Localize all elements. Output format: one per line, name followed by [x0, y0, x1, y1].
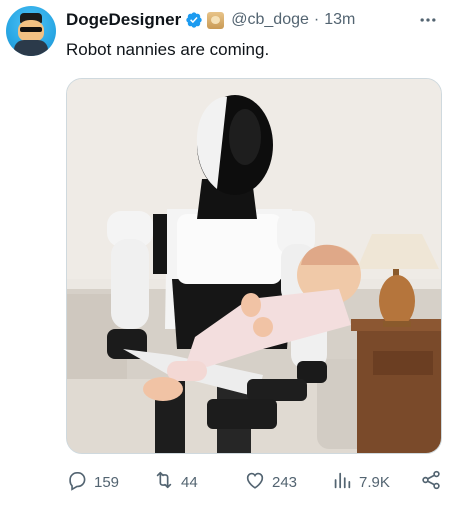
author-name[interactable]: DogeDesigner — [66, 10, 181, 30]
verified-badge-icon[interactable] — [185, 11, 203, 29]
like-button[interactable]: 243 — [244, 468, 297, 496]
post-timestamp[interactable]: 13m — [324, 11, 355, 29]
repost-icon — [153, 469, 175, 495]
views-icon — [331, 469, 353, 495]
views-button[interactable]: 7.9K — [331, 468, 390, 496]
doge-affiliate-badge[interactable] — [207, 11, 225, 29]
avatar-glasses — [20, 27, 42, 32]
author-handle[interactable]: @cb_doge — [231, 11, 309, 29]
share-icon — [420, 469, 442, 495]
post-header: DogeDesigner @cb_doge · 13m — [66, 9, 443, 31]
avatar-body — [14, 40, 48, 56]
reply-button[interactable]: 159 — [66, 468, 119, 496]
repost-count: 44 — [181, 473, 198, 491]
post-actions: 159 44 243 7.9K — [66, 468, 444, 496]
like-count: 243 — [272, 473, 298, 491]
share-button[interactable] — [420, 468, 442, 496]
separator-dot: · — [313, 11, 320, 28]
author-avatar[interactable] — [6, 6, 56, 56]
reply-count: 159 — [94, 473, 120, 491]
post-image[interactable] — [66, 78, 442, 454]
post-text: Robot nannies are coming. — [66, 40, 270, 59]
robot-holding-baby-illustration — [67, 79, 441, 453]
reply-icon — [66, 469, 88, 495]
repost-button[interactable]: 44 — [153, 468, 198, 496]
more-options-icon[interactable] — [417, 10, 439, 30]
heart-icon — [244, 469, 266, 495]
views-count: 7.9K — [359, 473, 390, 491]
